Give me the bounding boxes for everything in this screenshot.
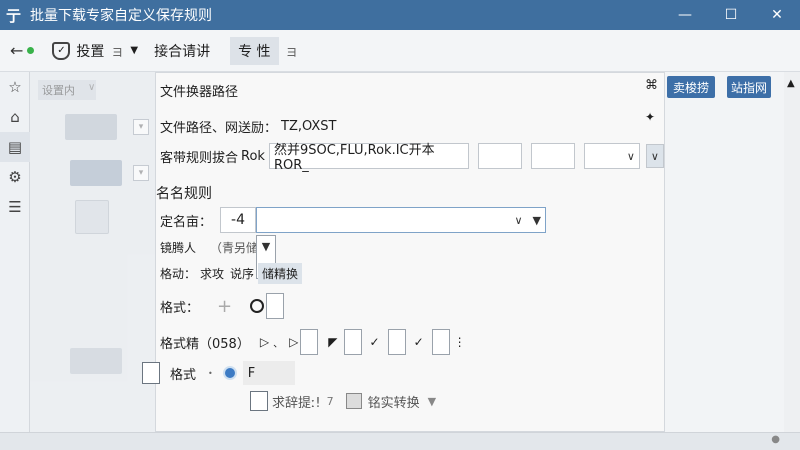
chevron-down-icon: ∨ <box>514 213 523 227</box>
checkbox-number: 7 <box>326 394 334 408</box>
status-dot-icon <box>27 47 35 54</box>
expand-button[interactable]: ∨ <box>645 144 664 168</box>
action-button-a[interactable]: 卖梭捞 <box>667 76 715 98</box>
move-option-1[interactable]: 求攻 <box>200 265 224 282</box>
option-field-1[interactable] <box>477 143 522 169</box>
play-icon[interactable]: ▷ <box>260 335 269 349</box>
list-icon[interactable]: ☰ <box>0 192 30 222</box>
triangle-down-icon: ▼ <box>532 213 542 227</box>
window-title: 批量下载专家自定义保存规则 <box>30 8 212 24</box>
radio-button[interactable] <box>250 299 265 313</box>
format-box[interactable] <box>266 293 285 319</box>
format3-label: 格式 <box>170 367 197 383</box>
document-icon[interactable]: ▤ <box>0 132 30 162</box>
app-icon: 亍 <box>6 6 22 25</box>
convert-label: 铭实转换 <box>367 395 420 411</box>
rule-input-value: 然并9SOC,FLU,Rok.IC开本ROR_ <box>273 143 435 173</box>
settings-menu-label[interactable]: 投置 <box>76 41 104 61</box>
format2-box-2[interactable] <box>343 329 362 355</box>
check-icon[interactable]: ✓ <box>370 335 380 349</box>
title-bar: 亍 批量下载专家自定义保存规则 — ☐ ✕ <box>0 0 800 30</box>
tab-active[interactable]: 专 性 <box>230 36 279 65</box>
checkbox-label: 求辞提ː! <box>272 395 321 411</box>
path-label: 文件路径、网送励： <box>160 121 278 136</box>
merge-request-menu[interactable]: 接合请讲 <box>154 41 210 61</box>
rule-label: 客带规则拔合 <box>160 150 239 166</box>
scroll-up-icon[interactable]: ▲ <box>787 78 795 89</box>
chevron-down-icon[interactable]: ∨ <box>88 82 95 93</box>
option-checkbox[interactable] <box>250 391 268 411</box>
format2-box-3[interactable] <box>387 329 406 355</box>
small-dot: • <box>208 368 213 378</box>
user-value: （青另储 <box>210 241 259 255</box>
move-label: 格动： <box>160 267 197 281</box>
star-icon[interactable]: ☆ <box>0 72 30 102</box>
chevron-down-icon: ∨ <box>650 149 659 163</box>
rule-input[interactable]: 然并9SOC,FLU,Rok.IC开本ROR_ <box>268 143 469 173</box>
name-prefix-field[interactable]: -4 <box>220 207 257 233</box>
thumbnail <box>70 160 122 186</box>
flag-icon[interactable]: ◤ <box>328 335 337 349</box>
user-label: 镜腾人 <box>160 241 197 255</box>
path-section-title: 文件换器路径 <box>160 85 239 100</box>
name-prefix-value: -4 <box>231 212 245 228</box>
format3-checkbox[interactable] <box>142 362 160 384</box>
check-icon[interactable]: ✓ <box>414 335 424 349</box>
convert-checkbox[interactable] <box>345 393 362 409</box>
name-dropdown[interactable]: ∨ ▼ <box>256 207 547 233</box>
name-label: 定名亩： <box>160 214 213 230</box>
scrollbar[interactable]: ▲ <box>784 72 800 432</box>
pin-icon[interactable]: ⌘ <box>645 78 658 93</box>
shield-check-icon[interactable]: ✓ <box>52 41 71 60</box>
list-checkbox[interactable]: ▾ <box>133 119 149 135</box>
thumbnail <box>70 348 122 374</box>
separator-dot: 、 <box>273 338 284 350</box>
move-option-2[interactable]: 说序 <box>230 265 254 282</box>
naming-section-title: 名名规则 <box>156 186 212 202</box>
right-strip: ⌘ ✦ 卖梭捞 站指网 <box>645 72 800 432</box>
option-dropdown[interactable]: ∨ <box>583 143 640 169</box>
chevron-down-icon: ∨ <box>626 149 635 163</box>
format2-box-1[interactable] <box>300 329 319 355</box>
action-button-b[interactable]: 站指网 <box>727 76 771 98</box>
tab-suffix: ョ <box>284 43 299 60</box>
settings-menu-suffix: ョ <box>110 43 125 60</box>
home-icon[interactable]: ⌂ <box>0 102 30 132</box>
gear-icon[interactable]: ⚙ <box>0 162 30 192</box>
back-arrow-icon[interactable]: ← <box>10 41 23 60</box>
format2-label: 格式精（058） <box>160 336 250 352</box>
thumbnail <box>65 114 117 140</box>
move-option-3[interactable]: 储精换 <box>258 263 303 284</box>
toolbar: ← ✓ 投置 ョ ▼ 接合请讲 专 性 ョ <box>0 30 800 72</box>
chevron-down-icon[interactable]: ▼ <box>130 45 138 56</box>
radio-selected-icon[interactable] <box>222 366 237 380</box>
rule-prefix: Rok <box>241 148 265 164</box>
format3-field[interactable]: F <box>242 361 295 385</box>
thumbnail <box>75 200 109 234</box>
sparkle-icon[interactable]: ✦ <box>645 110 655 124</box>
status-bar: ● <box>0 432 800 450</box>
triangle-down-icon[interactable]: ▼ <box>428 395 436 408</box>
minimize-button[interactable]: — <box>662 0 708 30</box>
format-label: 格式： <box>160 300 200 316</box>
format3-value: F <box>247 365 256 381</box>
option-field-2[interactable] <box>530 143 575 169</box>
plus-icon[interactable]: + <box>217 296 232 317</box>
left-rail: ☆ ⌂ ▤ ⚙ ☰ <box>0 72 30 432</box>
settings-dialog: 文件换器路径 文件路径、网送励： TZ,OXST 客带规则拔合 Rok 然并9S… <box>142 72 665 432</box>
maximize-button[interactable]: ☐ <box>708 0 754 30</box>
play-icon[interactable]: ▷ <box>289 335 298 349</box>
format2-box-4[interactable] <box>431 329 450 355</box>
resize-grip-icon[interactable]: ● <box>771 434 780 445</box>
list-checkbox[interactable]: ▾ <box>133 165 149 181</box>
path-value: TZ,OXST <box>281 119 337 134</box>
background-panel: 设置内 ∨ ▾ ▾ <box>30 72 155 432</box>
more-icon[interactable]: ⋮ <box>454 335 466 349</box>
close-button[interactable]: ✕ <box>754 0 800 30</box>
